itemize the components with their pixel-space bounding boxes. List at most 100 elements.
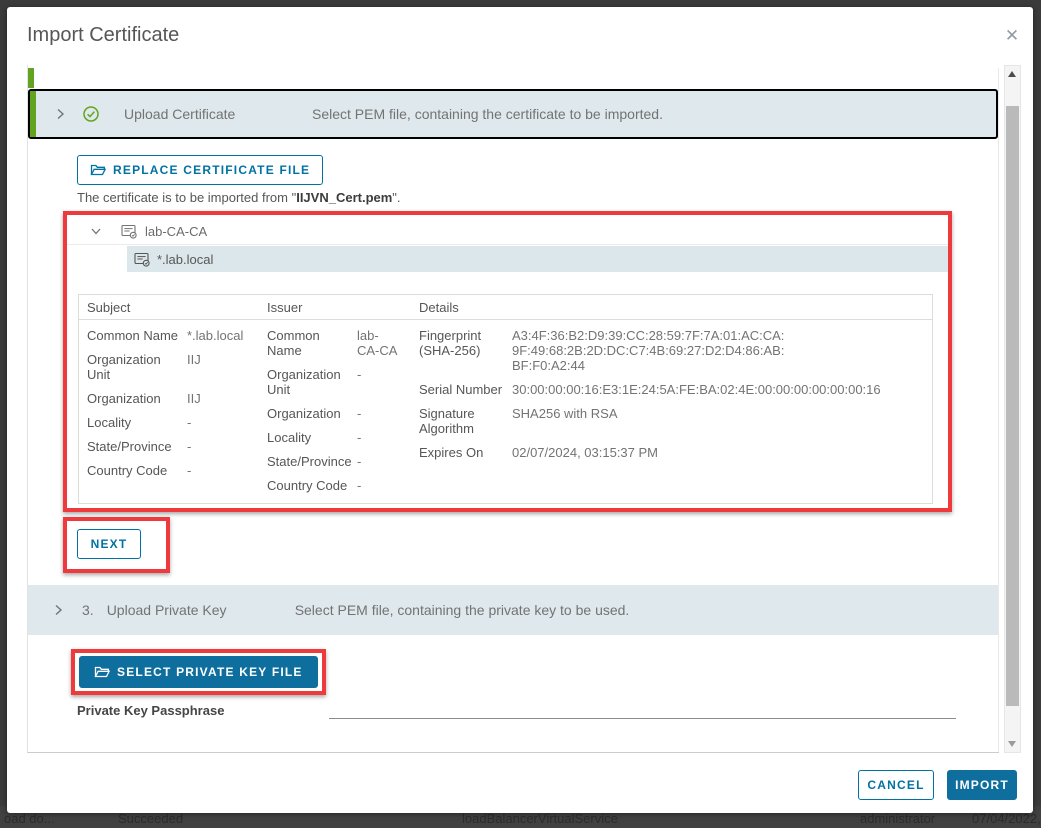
scrollbar-thumb[interactable] [1006, 106, 1019, 706]
cert-field-row: Fingerprint (SHA-256)A3:4F:36:B2:D9:39:C… [419, 329, 939, 374]
private-key-passphrase-label: Private Key Passphrase [77, 703, 224, 718]
cert-field-label: Country Code [87, 464, 187, 479]
cert-field-row: State/Province- [87, 440, 263, 455]
cert-field-value: lab-CA-CA [357, 329, 401, 359]
cert-field-label: Organization Unit [267, 368, 357, 398]
stepper-accordion: Upload Certificate Select PEM file, cont… [28, 68, 999, 753]
cert-field-row: Organization Unit- [267, 368, 413, 398]
background-user-text: administrator [860, 811, 935, 826]
column-header-details: Details [419, 300, 459, 315]
background-text-fragment: loadBalancerVirtualService [462, 811, 618, 826]
cert-field-row: Organization UnitIIJ [87, 353, 263, 383]
cert-field-value: SHA256 with RSA [512, 407, 939, 437]
cert-field-row: State/Province- [267, 455, 413, 470]
import-button[interactable]: IMPORT [947, 770, 1017, 800]
column-header-issuer: Issuer [267, 300, 302, 315]
certificate-filename: IIJVN_Cert.pem [296, 190, 392, 205]
cert-field-label: Locality [87, 416, 187, 431]
cert-field-value: *.lab.local [187, 329, 263, 344]
folder-icon [90, 163, 106, 177]
cert-field-label: Organization Unit [87, 353, 187, 383]
background-status-text: Succeeded [118, 811, 183, 826]
cert-field-label: Expires On [419, 446, 512, 461]
cert-field-value: - [357, 431, 401, 446]
cert-field-label: Common Name [267, 329, 357, 359]
folder-icon [94, 665, 110, 679]
replace-certificate-file-button[interactable]: REPLACE CERTIFICATE FILE [77, 155, 323, 185]
cert-field-row: Signature AlgorithmSHA256 with RSA [419, 407, 939, 437]
cert-field-label: Locality [267, 431, 357, 446]
annotation-box-select-private-key: SELECT PRIVATE KEY FILE [71, 649, 326, 695]
step-upload-certificate-description: Select PEM file, containing the certific… [312, 106, 663, 122]
cert-field-value: A3:4F:36:B2:D9:39:CC:28:59:7F:7A:01:AC:C… [512, 329, 939, 374]
tree-root-label: lab-CA-CA [145, 224, 207, 239]
cert-field-row: Serial Number30:00:00:00:16:E3:1E:24:5A:… [419, 383, 939, 398]
cert-field-value: IIJ [187, 392, 263, 407]
cert-field-value: IIJ [187, 353, 263, 383]
cert-field-value: - [357, 479, 401, 494]
cert-field-label: Fingerprint (SHA-256) [419, 329, 512, 374]
step-number: 3. [82, 602, 94, 618]
cert-field-label: Country Code [267, 479, 357, 494]
column-header-subject: Subject [87, 300, 130, 315]
certificate-tree-child-selected[interactable]: *.lab.local [127, 246, 948, 272]
cert-field-row: Country Code- [87, 464, 263, 479]
close-icon[interactable]: ✕ [1001, 25, 1023, 47]
certificate-icon [121, 224, 138, 239]
select-private-key-file-label: SELECT PRIVATE KEY FILE [117, 665, 303, 679]
cert-field-row: Locality- [87, 416, 263, 431]
certificate-table-header-row: Subject Issuer Details [79, 295, 932, 320]
cert-field-value: 02/07/2024, 03:15:37 PM [512, 446, 939, 461]
certificate-table-body: Common Name*.lab.localOrganization UnitI… [79, 320, 932, 329]
issuer-column: Common Namelab-CA-CAOrganization Unit-Or… [267, 329, 413, 503]
cert-field-row: Country Code- [267, 479, 413, 494]
step-upload-private-key-header[interactable]: 3. Upload Private Key Select PEM file, c… [28, 585, 998, 635]
chevron-down-icon[interactable] [89, 224, 103, 238]
cert-field-row: Locality- [267, 431, 413, 446]
cert-field-label: Organization [87, 392, 187, 407]
cert-field-label: Common Name [87, 329, 187, 344]
note-prefix: The certificate is to be imported from " [77, 190, 296, 205]
cert-field-value: - [187, 440, 263, 455]
background-timestamp-text: 07/04/2022, 05:54:4 [972, 811, 1041, 826]
cert-field-value: - [187, 464, 263, 479]
cert-field-row: Organization- [267, 407, 413, 422]
next-button[interactable]: NEXT [77, 529, 141, 559]
cert-field-row: OrganizationIIJ [87, 392, 263, 407]
private-key-passphrase-row: Private Key Passphrase [63, 701, 958, 735]
previous-step-partial [28, 68, 998, 88]
scrollbar-down-arrow-icon[interactable] [1005, 736, 1020, 752]
import-certificate-dialog: Import Certificate ✕ Upload Certificate … [7, 7, 1033, 813]
cert-field-row: Common Name*.lab.local [87, 329, 263, 344]
step-upload-certificate-header[interactable]: Upload Certificate Select PEM file, cont… [28, 89, 998, 139]
certificate-icon [134, 252, 151, 267]
step-complete-green-bar [30, 91, 36, 137]
cert-field-value: - [357, 407, 401, 422]
private-key-passphrase-input[interactable] [329, 695, 956, 719]
dialog-scroll-content: Upload Certificate Select PEM file, cont… [27, 65, 999, 753]
dialog-title: Import Certificate [27, 24, 179, 47]
replace-certificate-file-label: REPLACE CERTIFICATE FILE [113, 163, 310, 177]
select-private-key-file-button[interactable]: SELECT PRIVATE KEY FILE [79, 656, 318, 688]
annotation-box-certificate-details: lab-CA-CA *.lab.local Subject Issuer Det… [63, 211, 952, 512]
cancel-button[interactable]: CANCEL [858, 770, 934, 800]
step-upload-certificate-title: Upload Certificate [124, 106, 284, 122]
certificate-tree-root[interactable]: lab-CA-CA [67, 218, 948, 245]
cert-field-label: State/Province [267, 455, 357, 470]
step-complete-check-icon [82, 105, 100, 123]
step-upload-private-key-body: SELECT PRIVATE KEY FILE Private Key Pass… [28, 635, 998, 735]
chevron-right-icon [50, 602, 66, 618]
chevron-right-icon [52, 106, 68, 122]
vertical-scrollbar[interactable] [1004, 65, 1021, 753]
details-column: Fingerprint (SHA-256)A3:4F:36:B2:D9:39:C… [419, 329, 939, 470]
cert-field-row: Common Namelab-CA-CA [267, 329, 413, 359]
cert-field-value: - [187, 416, 263, 431]
background-text-fragment: oad do... [4, 811, 55, 826]
step-upload-private-key-title: Upload Private Key [107, 602, 267, 618]
certificate-details-table: Subject Issuer Details Common Name*.lab.… [78, 294, 933, 504]
note-suffix: ". [392, 190, 400, 205]
certificate-import-note: The certificate is to be imported from "… [77, 190, 958, 205]
scrollbar-up-arrow-icon[interactable] [1005, 66, 1020, 82]
cert-field-label: Organization [267, 407, 357, 422]
tree-child-label: *.lab.local [157, 252, 213, 267]
